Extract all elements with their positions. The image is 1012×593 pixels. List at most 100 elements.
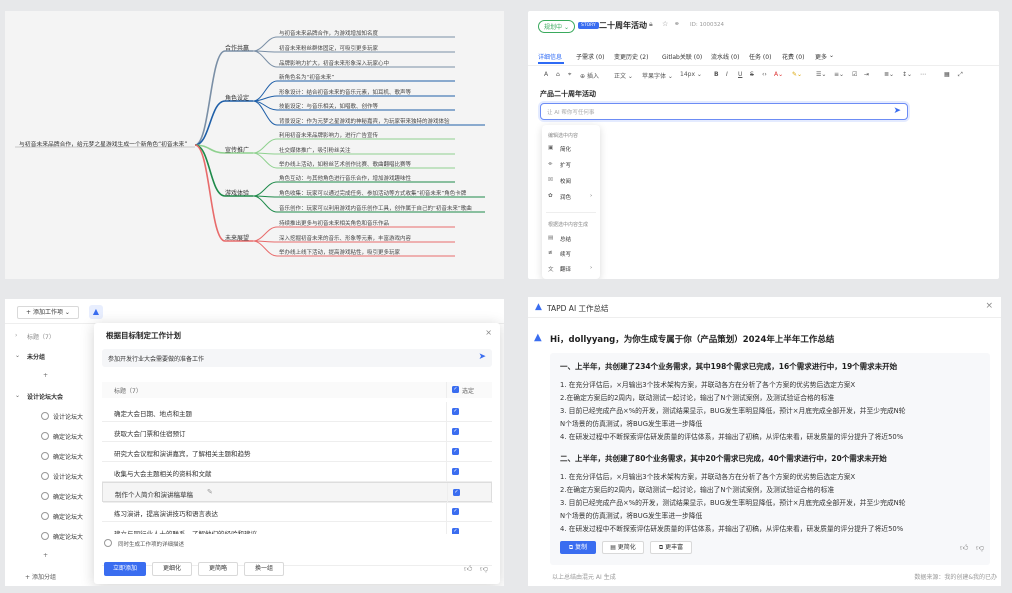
tab-0[interactable]: 详细信息 [538,52,562,61]
sidebar-item[interactable]: 确定论坛大 [53,452,83,461]
regenerate-button[interactable]: 换一组 [244,562,284,576]
status-dropdown[interactable]: 规划中 ⌄ [538,20,575,33]
format-icon[interactable]: A [544,71,548,78]
code-icon[interactable]: ‹› [762,71,767,78]
sidebar-item[interactable]: 设计论坛大 [53,412,83,421]
underline-icon[interactable]: U [738,71,742,78]
thumbs-down-icon[interactable]: 👎︎ [976,543,984,553]
table-icon[interactable]: ▦ [944,71,950,78]
menu-item[interactable]: 润色 [560,193,571,201]
add-row-button[interactable]: + [43,552,48,559]
sidebar-item[interactable]: 设计论坛大 [53,472,83,481]
task-title[interactable]: 确定大会日期、地点和主题 [114,408,192,418]
add-now-button[interactable]: 立即添加 [104,562,146,576]
sidebar-item[interactable]: 确定论坛大 [53,432,83,441]
align-icon[interactable]: ≣⌄ [884,71,894,78]
thumbs-down-icon[interactable]: 👎︎ [480,564,488,574]
text-color-icon[interactable]: A⌄ [774,71,783,78]
task-title[interactable]: 收集与大会主题相关的资料和文献 [114,468,212,478]
task-select-checkbox[interactable]: ✓ [452,508,459,515]
font-size-select[interactable]: 14px ⌄ [680,71,702,78]
tab-3[interactable]: Gitlab关联 (0) [662,52,702,61]
tab-7[interactable]: 更多 [815,52,827,61]
add-row-button[interactable]: + [43,372,48,379]
sidebar-group[interactable]: 设计论坛大会 [27,392,63,401]
menu-item[interactable]: 翻译 [560,265,571,273]
bold-icon[interactable]: B [714,71,719,78]
table-row[interactable]: 练习演讲，提高演讲技巧和语言表达 ✓ [102,502,492,522]
checklist-icon[interactable]: ☑ [852,71,857,78]
sidebar-group[interactable]: 未分组 [27,352,45,361]
task-select-checkbox[interactable]: ✓ [452,528,459,534]
highlight-icon[interactable]: ✎⌄ [792,71,802,78]
indent-icon[interactable]: ⇥ [864,71,869,78]
edit-icon[interactable]: ✎ [207,488,213,496]
item-status-radio[interactable] [41,452,49,460]
chevron-down-icon[interactable]: ⌄ [829,52,834,59]
brush-icon[interactable]: ⌖ [568,71,571,79]
table-row[interactable]: 确定大会日期、地点和主题 ✓ [102,402,492,422]
task-select-checkbox[interactable]: ✓ [452,468,459,475]
link-icon[interactable]: ⚭ [674,20,680,28]
more-icon[interactable]: ⋯ [920,71,926,78]
send-icon[interactable]: ➤ [893,106,901,116]
item-status-radio[interactable] [41,412,49,420]
chevron-down-icon[interactable]: ⌄ [15,352,20,359]
star-icon[interactable]: ☆ [662,20,668,28]
task-title[interactable]: 练习演讲，提高演讲技巧和语言表达 [114,508,218,518]
table-row[interactable]: 建立与同行业人士的联系，了解他们的经验和建议 ✓ [102,522,492,534]
fullscreen-icon[interactable]: ⤢ [958,71,963,79]
thumbs-up-icon[interactable]: 👍︎ [960,543,968,553]
ai-prompt-input[interactable]: 让 AI 帮你写任何事 ➤ [540,103,908,120]
ordered-list-icon[interactable]: ≡⌄ [834,71,844,78]
task-select-checkbox[interactable]: ✓ [452,448,459,455]
lock-icon[interactable]: 🔒︎ [649,20,653,29]
add-group-button[interactable]: + 添加分组 [25,572,56,581]
chevron-down-icon[interactable]: ⌄ [15,392,20,399]
sidebar-item[interactable]: 确定论坛大 [53,492,83,501]
task-title[interactable]: 研究大会议程和演讲嘉宾，了解相关主题和趋势 [114,448,251,458]
table-row[interactable]: 获取大会门票和住宿预订 ✓ [102,422,492,442]
menu-item[interactable]: 续写 [560,250,571,258]
task-select-checkbox[interactable]: ✓ [452,428,459,435]
line-height-icon[interactable]: ↕⌄ [902,71,912,78]
item-status-radio[interactable] [41,512,49,520]
font-family-select[interactable]: 苹果字体 ⌄ [642,71,673,80]
tab-1[interactable]: 子需求 (0) [576,52,604,61]
menu-item[interactable]: 扩写 [560,161,571,169]
table-row[interactable]: 制作个人简介和演讲稿草稿 ✎ ✓ [102,482,493,503]
select-all-checkbox[interactable]: ✓ [452,386,459,393]
insert-button[interactable]: ⊕ 插入 [580,71,599,80]
task-title[interactable]: 获取大会门票和住宿预订 [114,428,186,438]
refine-button[interactable]: 更细化 [152,562,192,576]
send-icon[interactable]: ➤ [478,352,486,362]
close-icon[interactable]: × [985,301,993,311]
tab-6[interactable]: 花费 (0) [782,52,804,61]
tab-5[interactable]: 任务 (0) [749,52,771,61]
item-status-radio[interactable] [41,532,49,540]
menu-item[interactable]: 简化 [560,145,571,153]
thumbs-up-icon[interactable]: 👍︎ [464,564,472,574]
item-status-radio[interactable] [41,432,49,440]
italic-icon[interactable]: I [726,71,728,78]
menu-item[interactable]: 校阅 [560,177,571,185]
task-select-checkbox[interactable]: ✓ [453,489,460,496]
close-icon[interactable]: × [485,328,492,337]
task-title[interactable]: 建立与同行业人士的联系，了解他们的经验和建议 [114,528,257,534]
add-item-button[interactable]: + 添加工作项 ⌄ [17,306,79,319]
simplify-button[interactable]: ▤ 更简化 [602,541,644,554]
table-row[interactable]: 收集与大会主题相关的资料和文献 ✓ [102,462,492,482]
simplify-button[interactable]: 更简略 [198,562,238,576]
table-row[interactable]: 研究大会议程和演讲嘉宾，了解相关主题和趋势 ✓ [102,442,492,462]
strike-icon[interactable]: S [750,71,754,78]
paragraph-style-select[interactable]: 正文 ⌄ [614,71,633,80]
enrich-button[interactable]: ⧉ 更丰富 [650,541,692,554]
sidebar-item[interactable]: 确定论坛大 [53,532,83,541]
copy-button[interactable]: ⧉ 复制 [560,541,596,554]
bullet-list-icon[interactable]: ☰⌄ [816,71,826,78]
sidebar-item[interactable]: 确定论坛大 [53,512,83,521]
item-status-radio[interactable] [41,492,49,500]
home-icon[interactable]: ⌂ [556,71,560,78]
tab-4[interactable]: 流水线 (0) [711,52,739,61]
tab-2[interactable]: 变更历史 (2) [614,52,648,61]
